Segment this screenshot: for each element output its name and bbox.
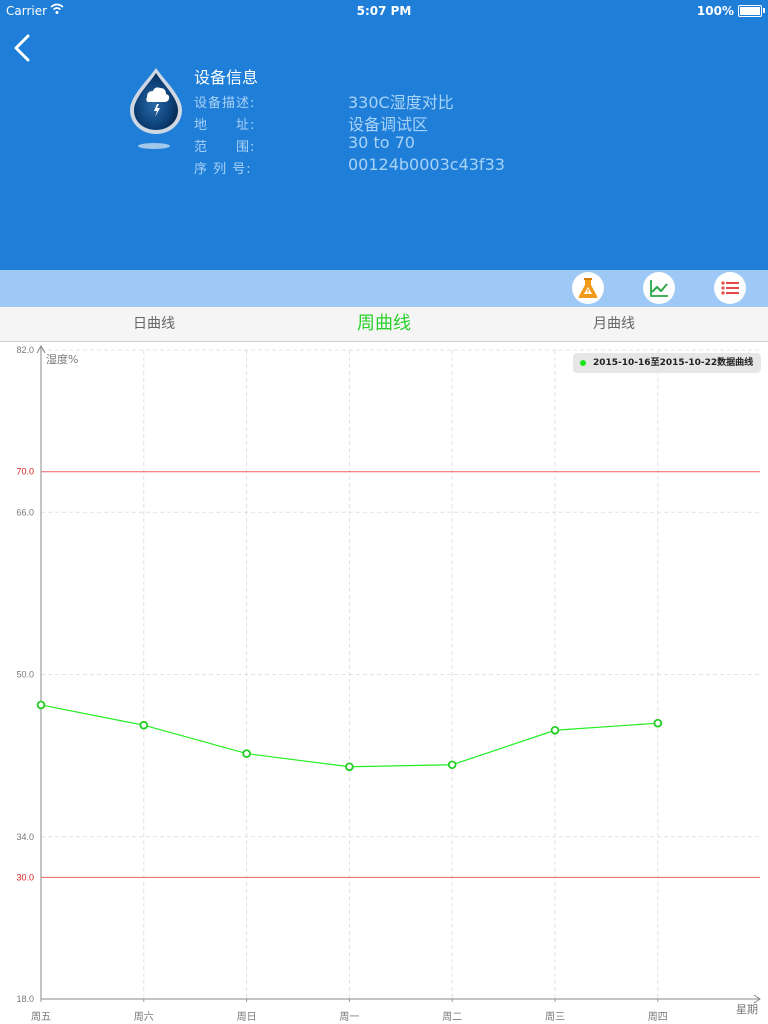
tab-daily-curve[interactable]: 日曲线 xyxy=(104,307,204,341)
toolbar xyxy=(0,270,768,307)
legend-marker xyxy=(580,360,586,366)
flask-alert-icon xyxy=(578,278,598,298)
x-tick-label: 周日 xyxy=(237,1011,257,1023)
x-tick-label: 周六 xyxy=(134,1011,154,1023)
y-tick-label: 50.0 xyxy=(16,670,34,680)
back-button[interactable] xyxy=(8,30,38,66)
data-point xyxy=(653,718,663,728)
chart-legend: 2015-10-16至2015-10-22数据曲线 xyxy=(573,353,762,373)
legend-label: 2015-10-16至2015-10-22数据曲线 xyxy=(593,358,754,368)
status-bar: Carrier 5:07 PM 100% xyxy=(0,0,768,22)
battery-tip xyxy=(763,8,765,13)
curve-tabs: 日曲线 周曲线 月曲线 xyxy=(0,307,768,342)
humidity-chart: 18.0 34.0 50.0 66.0 82.0 周五 周六 周日 周一 周二 周三 周四 70.0 30… xyxy=(16,344,761,1023)
data-point xyxy=(36,700,46,710)
limit-line-label: 30.0 xyxy=(16,872,34,882)
battery-icon xyxy=(738,5,762,17)
data-point xyxy=(242,749,251,758)
y-tick-label: 82.0 xyxy=(16,345,34,355)
row-value: 00124b0003c43f33 xyxy=(348,155,505,174)
x-axis-label: 星期 xyxy=(736,1003,758,1016)
x-tick-label: 周三 xyxy=(545,1011,565,1023)
y-tick-label: 18.0 xyxy=(16,994,34,1004)
data-point xyxy=(345,762,354,772)
row-key: 地 址: xyxy=(194,118,256,133)
x-tick-label: 周一 xyxy=(339,1011,359,1023)
row-value: 设备调试区 xyxy=(348,115,429,134)
data-point xyxy=(550,725,560,735)
humidity-sensor-icon xyxy=(126,64,186,154)
row-key: 序 列 号: xyxy=(194,162,252,177)
row-value: 330C湿度对比 xyxy=(348,93,454,112)
data-point xyxy=(139,720,149,730)
chevron-left-icon xyxy=(14,34,30,62)
device-range-row: 范 围: 30 to 70 xyxy=(194,133,415,155)
device-serial-row: 序 列 号: 00124b0003c43f33 xyxy=(194,155,505,177)
limit-line-label: 70.0 xyxy=(16,467,34,477)
tab-weekly-curve[interactable]: 周曲线 xyxy=(334,307,434,341)
battery-percent: 100% xyxy=(696,4,734,18)
device-info-title: 设备信息 xyxy=(194,68,259,87)
device-description-row: 设备描述: 330C湿度对比 xyxy=(194,92,454,112)
curve-button[interactable] xyxy=(643,272,675,304)
tab-monthly-curve[interactable]: 月曲线 xyxy=(564,307,664,341)
x-tick-label: 周五 xyxy=(31,1011,51,1023)
data-point xyxy=(447,760,457,770)
status-time: 5:07 PM xyxy=(356,4,412,18)
y-axis-label: 湿度% xyxy=(46,352,78,366)
row-key: 范 围: xyxy=(194,140,256,155)
y-tick-label: 66.0 xyxy=(16,507,34,517)
device-header: Carrier 5:07 PM 100% 设备信息 设备描述: 330C湿度对比… xyxy=(0,0,768,270)
list-button[interactable] xyxy=(714,272,746,304)
x-tick-label: 周四 xyxy=(648,1011,668,1023)
alarm-button[interactable] xyxy=(572,272,604,304)
line-chart-icon xyxy=(650,280,668,297)
y-tick-label: 34.0 xyxy=(16,832,34,842)
x-tick-label: 周二 xyxy=(442,1011,462,1023)
row-value: 30 to 70 xyxy=(348,133,415,152)
device-address-row: 地 址: 设备调试区 xyxy=(194,114,428,134)
row-key: 设备描述: xyxy=(194,96,256,111)
list-icon xyxy=(721,281,739,295)
